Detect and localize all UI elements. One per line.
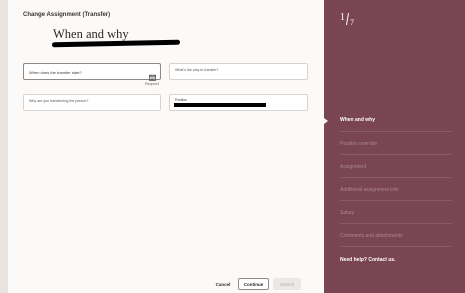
continue-button[interactable]: Continue [238,278,269,290]
step-divider [340,154,452,155]
transfer-start-date-field[interactable]: When does the transfer start? [23,63,161,81]
step-divider [340,131,452,132]
main-panel: Change Assignment (Transfer) When and wh… [8,0,324,293]
step-comments-and-attachments[interactable]: Comments and attachments [340,233,452,239]
section-title: When and why [53,27,129,41]
active-step-pointer [324,118,328,124]
cancel-button[interactable]: Cancel [212,278,234,290]
transfer-way-select[interactable]: What's the way to transfer? [169,63,308,80]
step-position-override[interactable]: Position override [340,141,452,147]
step-separator [345,13,349,25]
transfer-way-label: What's the way to transfer? [175,68,219,72]
submit-button[interactable]: Submit [273,278,301,290]
transfer-start-date-label: When does the transfer start? [29,70,82,75]
step-current: 1 [340,12,345,23]
required-note: Required [145,82,160,86]
step-salary[interactable]: Salary [340,210,452,216]
step-divider [340,177,452,178]
transfer-reason-label: Why are you transferring the person? [29,99,89,103]
step-assignment[interactable]: Assignment [340,164,452,170]
left-strip [0,0,8,293]
calendar-icon[interactable] [149,68,156,81]
step-total: 7 [350,18,354,27]
position-redaction [174,103,266,107]
step-divider [340,200,452,201]
step-divider [340,246,452,247]
step-additional-assignment-info[interactable]: Additional assignment info [340,187,452,193]
transfer-reason-select[interactable]: Why are you transferring the person? [23,94,161,111]
step-divider [340,223,452,224]
help-link[interactable]: Need help? Contact us. [340,257,396,263]
guided-steps-panel: 1 7 When and why Position override Assig… [324,0,465,293]
page-title: Change Assignment (Transfer) [23,12,111,18]
step-when-and-why[interactable]: When and why [340,117,452,123]
position-field[interactable]: Position [169,94,308,111]
position-label: Position [175,98,188,102]
